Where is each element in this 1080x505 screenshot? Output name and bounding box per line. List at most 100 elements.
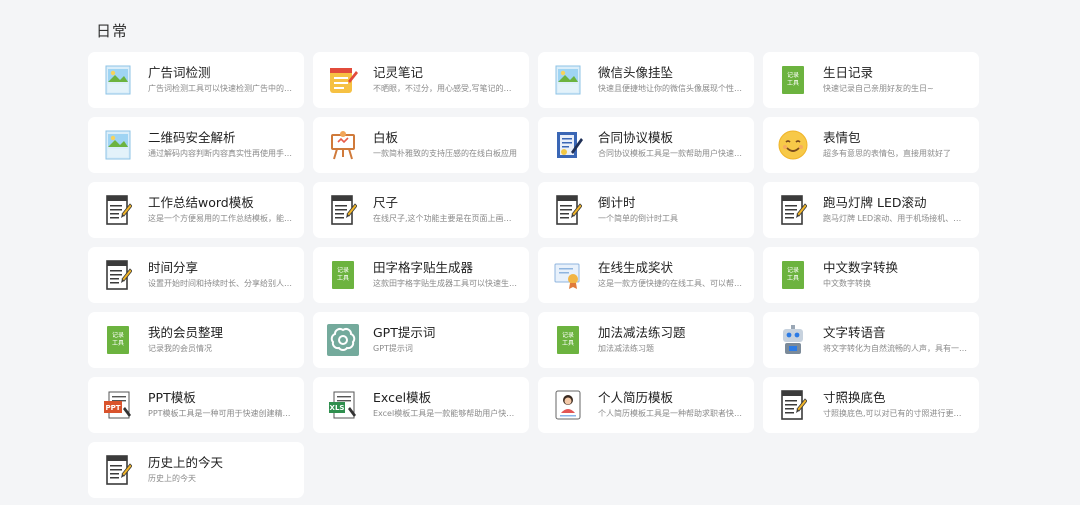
- tool-card[interactable]: 寸照换底色寸照换底色,可以对已有的寸照进行更换底色。: [763, 377, 979, 433]
- resume-icon: [552, 389, 584, 421]
- record-tool-icon: 记录 工具: [777, 259, 809, 291]
- tool-card[interactable]: 在线生成奖状这是一款方便快捷的在线工具、可以帮助您...: [538, 247, 754, 303]
- document-icon: [102, 259, 134, 291]
- tool-card-description: 快速记录自己亲朋好友的生日~: [823, 84, 934, 93]
- tool-card[interactable]: 跑马灯牌 LED滚动 跑马灯牌 LED滚动、用于机场接机、粉丝应援: [763, 182, 979, 238]
- record-tool-icon: 记录 工具: [327, 259, 359, 291]
- tool-card-title: 记灵笔记: [373, 65, 424, 80]
- tool-card[interactable]: 广告词检测广告词检测工具可以快速检测广告中的敏感...: [88, 52, 304, 108]
- tool-card-description: 这款田字格字贴生成器工具可以快速生成定...: [373, 279, 519, 288]
- svg-text:工具: 工具: [337, 275, 349, 282]
- record-tool-icon: 记录 工具: [102, 324, 134, 356]
- excel-icon: XLS: [327, 389, 359, 421]
- record-tool-icon: 记录 工具: [777, 64, 809, 96]
- svg-text:工具: 工具: [562, 340, 574, 347]
- tool-card-description: 设置开始时间和持续时长、分享给别人、一...: [148, 279, 294, 288]
- tool-card-title: GPT提示词: [373, 325, 436, 340]
- tool-card[interactable]: PPT PPT模板 PPT模板工具是一种可用于快速创建精美的演...: [88, 377, 304, 433]
- tool-card[interactable]: 记录 工具 我的会员整理 记录我的会员情况: [88, 312, 304, 368]
- tool-card-title: 倒计时: [598, 195, 636, 210]
- tool-card-description: 中文数字转换: [823, 279, 871, 288]
- openai-icon: [327, 324, 359, 356]
- tool-card[interactable]: 记录 工具 生日记录 快速记录自己亲朋好友的生日~: [763, 52, 979, 108]
- tool-card[interactable]: 倒计时一个简单的倒计时工具: [538, 182, 754, 238]
- tool-card-title: 寸照换底色: [823, 390, 886, 405]
- document-icon: [552, 194, 584, 226]
- tool-card-title: 尺子: [373, 195, 399, 210]
- tool-card-description: 历史上的今天: [148, 474, 196, 483]
- ppt-icon: PPT: [102, 389, 134, 421]
- tool-card[interactable]: 二维码安全解析通过解码内容判断内容真实性再使用手机扫...: [88, 117, 304, 173]
- tool-card-title: 二维码安全解析: [148, 130, 236, 145]
- svg-text:XLS: XLS: [330, 404, 345, 412]
- document-icon: [777, 194, 809, 226]
- tool-card-title: 中文数字转换: [823, 260, 899, 275]
- tool-card-title: 白板: [373, 130, 399, 145]
- tool-card-description: 一个简单的倒计时工具: [598, 214, 678, 223]
- image-icon: [102, 129, 134, 161]
- tool-card-description: 不晒眼，不过分，用心感受,写笔记的本质。遇...: [373, 84, 519, 93]
- tool-card-title: 微信头像挂坠: [598, 65, 674, 80]
- tool-card-description: 这是一款方便快捷的在线工具、可以帮助您...: [598, 279, 744, 288]
- tool-card-title: 个人简历模板: [598, 390, 674, 405]
- tool-card[interactable]: 微信头像挂坠快速且便捷地让你的微信头像展现个性。品...: [538, 52, 754, 108]
- tool-card-description: 将文字转化为自然流畅的人声，具有一定的...: [823, 344, 969, 353]
- svg-text:工具: 工具: [112, 340, 124, 347]
- tool-card[interactable]: 时间分享设置开始时间和持续时长、分享给别人、一...: [88, 247, 304, 303]
- tool-card[interactable]: 记录 工具 加法减法练习题 加法减法练习题: [538, 312, 754, 368]
- svg-text:记录: 记录: [787, 71, 799, 79]
- tool-card-title: 生日记录: [823, 65, 874, 80]
- document-icon: [777, 389, 809, 421]
- svg-text:记录: 记录: [787, 266, 799, 274]
- tool-card-description: 记录我的会员情况: [148, 344, 212, 353]
- tool-card[interactable]: 记灵笔记不晒眼，不过分，用心感受,写笔记的本质。遇...: [313, 52, 529, 108]
- tool-card-title: 文字转语音: [823, 325, 886, 340]
- tool-card[interactable]: GPT提示词 GPT提示词: [313, 312, 529, 368]
- tool-card-description: 一款简朴雅致的支持压感的在线白板应用: [373, 149, 517, 158]
- tool-card-description: 在线尺子,这个功能主要是在页面上画使用: [373, 214, 519, 223]
- tool-card-title: 合同协议模板: [598, 130, 674, 145]
- tool-card-description: 加法减法练习题: [598, 344, 654, 353]
- tool-card-title: 时间分享: [148, 260, 199, 275]
- emoji-icon: [777, 129, 809, 161]
- svg-text:记录: 记录: [112, 331, 124, 339]
- notepad-icon: [327, 64, 359, 96]
- contract-icon: [552, 129, 584, 161]
- tool-card[interactable]: 记录 工具 中文数字转换 中文数字转换: [763, 247, 979, 303]
- tool-card[interactable]: 表情包 超多有意思的表情包，直接用就好了: [763, 117, 979, 173]
- tool-card-description: 个人简历模板工具是一种帮助求职者快速创...: [598, 409, 744, 418]
- tool-card-description: 合同协议模板工具是一款帮助用户快速生成...: [598, 149, 744, 158]
- tool-card[interactable]: 文字转语音将文字转化为自然流畅的人声，具有一定的...: [763, 312, 979, 368]
- tool-card[interactable]: 尺子在线尺子,这个功能主要是在页面上画使用: [313, 182, 529, 238]
- tool-card[interactable]: 工作总结word模板这是一个方便易用的工作总结模板，能够帮...: [88, 182, 304, 238]
- tool-card-title: 历史上的今天: [148, 455, 224, 470]
- tool-card-description: Excel模板工具是一款能够帮助用户快速创建...: [373, 409, 519, 418]
- tool-card-description: 这是一个方便易用的工作总结模板，能够帮...: [148, 214, 294, 223]
- document-icon: [102, 454, 134, 486]
- svg-text:记录: 记录: [337, 266, 349, 274]
- tool-card-title: Excel模板: [373, 390, 432, 405]
- tool-card-title: 跑马灯牌 LED滚动: [823, 195, 927, 210]
- tool-card-description: GPT提示词: [373, 344, 413, 353]
- tool-card[interactable]: 白板一款简朴雅致的支持压感的在线白板应用: [313, 117, 529, 173]
- tool-card-title: 广告词检测: [148, 65, 211, 80]
- tool-card-description: PPT模板工具是一种可用于快速创建精美的演...: [148, 409, 294, 418]
- tool-card[interactable]: 合同协议模板合同协议模板工具是一款帮助用户快速生成...: [538, 117, 754, 173]
- section-title: 日常: [96, 22, 129, 40]
- tool-card-title: 工作总结word模板: [148, 195, 254, 210]
- tool-card-title: 在线生成奖状: [598, 260, 674, 275]
- svg-text:记录: 记录: [562, 331, 574, 339]
- tool-card-description: 广告词检测工具可以快速检测广告中的敏感...: [148, 84, 294, 93]
- tool-card-title: 田字格字贴生成器: [373, 260, 474, 275]
- svg-text:工具: 工具: [787, 80, 799, 87]
- svg-text:PPT: PPT: [105, 404, 120, 412]
- tool-card-description: 通过解码内容判断内容真实性再使用手机扫...: [148, 149, 294, 158]
- tool-card[interactable]: 记录 工具 田字格字贴生成器 这款田字格字贴生成器工具可以快速生成定...: [313, 247, 529, 303]
- document-icon: [102, 194, 134, 226]
- tool-card[interactable]: XLS Excel模板 Excel模板工具是一款能够帮助用户快速创建...: [313, 377, 529, 433]
- image-icon: [102, 64, 134, 96]
- whiteboard-icon: [327, 129, 359, 161]
- tool-card[interactable]: 历史上的今天 历史上的今天: [88, 442, 304, 498]
- tool-card-description: 快速且便捷地让你的微信头像展现个性。品...: [598, 84, 744, 93]
- tool-card[interactable]: 个人简历模板个人简历模板工具是一种帮助求职者快速创...: [538, 377, 754, 433]
